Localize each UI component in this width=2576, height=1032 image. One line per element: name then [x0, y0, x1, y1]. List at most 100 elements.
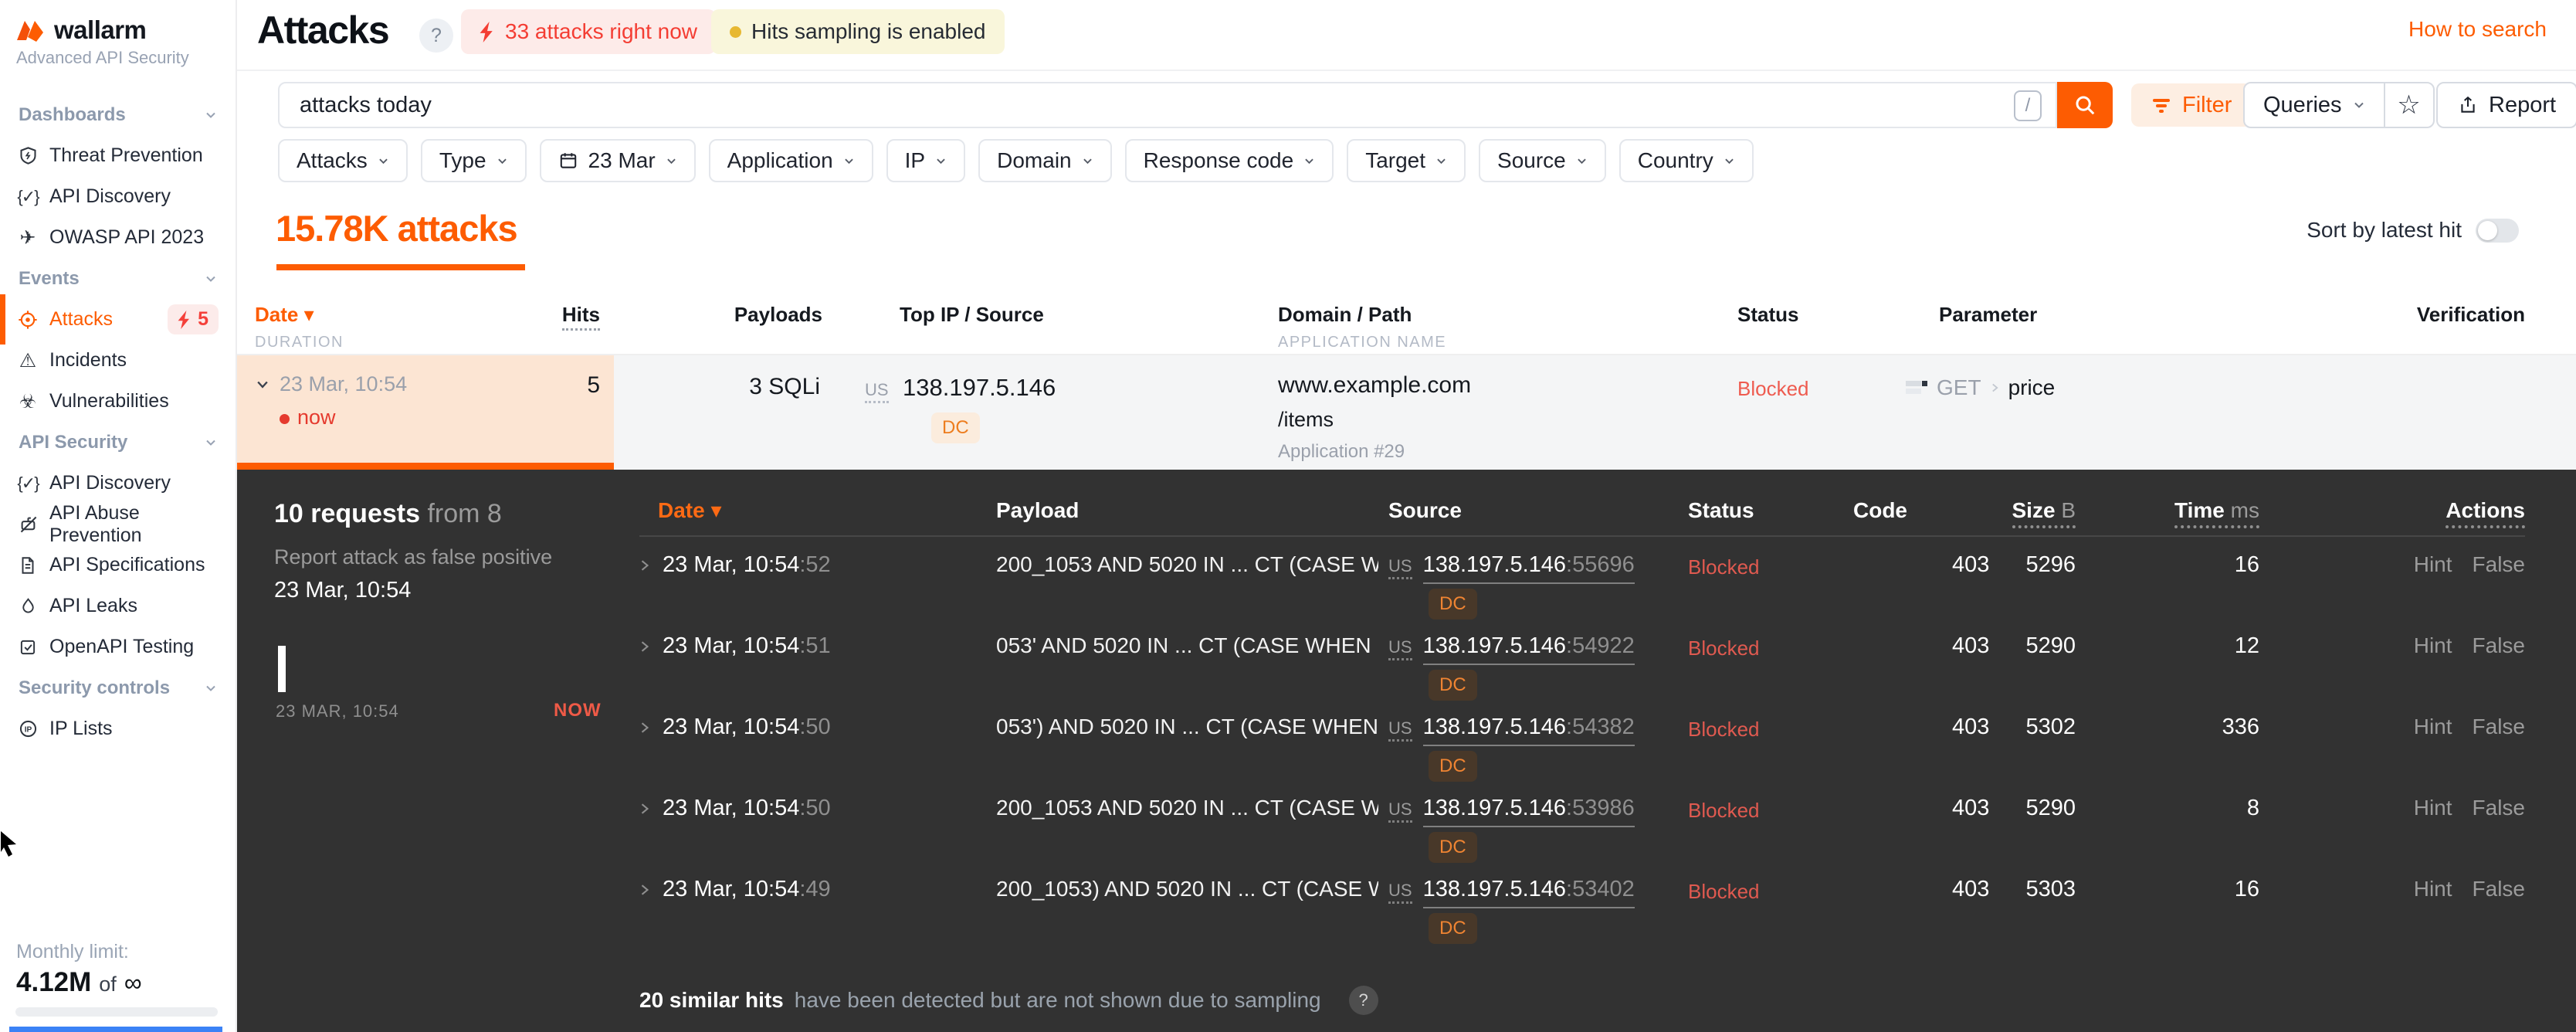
expand-chevron-icon[interactable]: [639, 882, 650, 898]
sidebar-item-owasp-api-2023[interactable]: ✈ OWASP API 2023: [0, 217, 236, 258]
sidebar-nav: Dashboards Threat Prevention {✓} API Dis…: [0, 94, 236, 749]
hit-payload[interactable]: 053') AND 5020 IN ... CT (CASE WHEN (50: [996, 715, 1378, 739]
expand-chevron-icon[interactable]: [639, 801, 650, 816]
chip-domain[interactable]: Domain: [978, 139, 1112, 182]
help-icon[interactable]: ?: [419, 19, 453, 53]
sidebar-item-api-abuse-prevention[interactable]: API Abuse Prevention: [0, 502, 236, 546]
false-link[interactable]: False: [2473, 552, 2525, 577]
sidebar-item-vulnerabilities[interactable]: ☣ Vulnerabilities: [0, 381, 236, 422]
sidebar-item-api-specifications[interactable]: API Specifications: [0, 545, 236, 586]
chip-type[interactable]: Type: [420, 139, 527, 182]
sidebar-item-label: API Discovery: [49, 185, 171, 207]
chip-attacks[interactable]: Attacks: [278, 139, 408, 182]
sidebar-item-incidents[interactable]: ⚠ Incidents: [0, 340, 236, 381]
chevron-down-icon: [1083, 158, 1092, 164]
hit-payload[interactable]: 200_1053 AND 5020 IN ... CT (CASE WHEN..…: [996, 552, 1378, 577]
sidebar-section-api-security[interactable]: API Security: [0, 422, 236, 463]
sidebar-item-threat-prevention[interactable]: Threat Prevention: [0, 135, 236, 176]
search-icon: [2076, 96, 2095, 115]
sidebar-item-label: Attacks: [49, 308, 113, 330]
search-button[interactable]: [2057, 82, 2113, 128]
column-hits[interactable]: Hits: [561, 303, 600, 331]
bolt-icon: [178, 310, 190, 329]
hit-row[interactable]: 23 Mar, 10:54:49 200_1053) AND 5020 IN .…: [639, 861, 2525, 944]
header-divider: [237, 70, 2576, 71]
chip-ip[interactable]: IP: [886, 139, 966, 182]
chevron-down-icon: [497, 158, 507, 164]
chip-country[interactable]: Country: [1618, 139, 1754, 182]
chip-response-code[interactable]: Response code: [1124, 139, 1334, 182]
badge-count: 5: [198, 308, 208, 330]
column-actions[interactable]: Actions: [2446, 497, 2525, 528]
sidebar-item-api-discovery[interactable]: {✓} API Discovery: [0, 176, 236, 217]
chip-date[interactable]: 23 Mar: [539, 139, 696, 182]
expand-chevron-icon[interactable]: [639, 639, 650, 654]
false-link[interactable]: False: [2473, 715, 2525, 739]
help-icon[interactable]: ?: [1348, 986, 1378, 1015]
sidebar-item-label: OpenAPI Testing: [49, 636, 195, 657]
sidebar-item-openapi-testing[interactable]: OpenAPI Testing: [0, 626, 236, 667]
sidebar-section-dashboards[interactable]: Dashboards: [0, 94, 236, 135]
hit-row[interactable]: 23 Mar, 10:54:51 053' AND 5020 IN ... CT…: [639, 618, 2525, 701]
column-status: Status: [1688, 497, 1754, 522]
hit-payload[interactable]: 053' AND 5020 IN ... CT (CASE WHEN (50 .…: [996, 633, 1378, 658]
hit-row[interactable]: 23 Mar, 10:54:50 053') AND 5020 IN ... C…: [639, 699, 2525, 782]
report-label: Report: [2489, 92, 2557, 117]
sidebar-item-api-leaks[interactable]: API Leaks: [0, 586, 236, 626]
false-link[interactable]: False: [2473, 796, 2525, 820]
queries-button[interactable]: Queries: [2245, 83, 2384, 127]
how-to-search-link[interactable]: How to search: [2408, 17, 2547, 42]
collapse-chevron-icon[interactable]: [255, 379, 270, 390]
chip-label: Target: [1365, 148, 1426, 172]
sidebar-item-api-discovery-2[interactable]: {✓} API Discovery: [0, 463, 236, 504]
chip-target[interactable]: Target: [1347, 139, 1466, 182]
hit-row[interactable]: 23 Mar, 10:54:50 200_1053 AND 5020 IN ..…: [639, 780, 2525, 863]
attacks-right-now-badge[interactable]: 33 attacks right now: [461, 9, 717, 54]
hit-payload[interactable]: 200_1053 AND 5020 IN ... CT (CASE WHEN..…: [996, 796, 1378, 820]
sidebar-item-ip-lists[interactable]: IP IP Lists: [0, 708, 236, 749]
queries-label: Queries: [2263, 92, 2342, 117]
report-button[interactable]: Report: [2436, 82, 2576, 128]
hint-link[interactable]: Hint: [2414, 633, 2452, 658]
column-time[interactable]: Time ms: [2174, 497, 2259, 528]
hint-link[interactable]: Hint: [2414, 552, 2452, 577]
sidebar-section-security-controls[interactable]: Security controls: [0, 667, 236, 708]
sidebar-item-attacks[interactable]: Attacks 5: [0, 294, 236, 345]
column-domain-path: Domain / Path: [1278, 303, 1412, 326]
chip-source[interactable]: Source: [1479, 139, 1606, 182]
column-size[interactable]: Size B: [2012, 497, 2076, 528]
hit-date: 23 Mar, 10:54: [663, 796, 800, 820]
hint-link[interactable]: Hint: [2414, 877, 2452, 901]
hint-link[interactable]: Hint: [2414, 715, 2452, 739]
expand-chevron-icon[interactable]: [639, 558, 650, 573]
hit-payload[interactable]: 200_1053) AND 5020 IN ... CT (CASE WHE..…: [996, 877, 1378, 901]
hit-time: 8: [2246, 796, 2259, 820]
hit-row[interactable]: 23 Mar, 10:54:52 200_1053 AND 5020 IN ..…: [639, 537, 2525, 620]
filter-button[interactable]: Filter: [2131, 83, 2252, 127]
attack-domain: www.example.com: [1278, 372, 1472, 398]
sort-toggle[interactable]: [2476, 218, 2519, 243]
column-date[interactable]: Date ▾: [658, 498, 722, 522]
favorite-star-button[interactable]: ☆: [2385, 83, 2433, 127]
brand[interactable]: wallarm: [15, 15, 147, 45]
chevron-down-icon: [844, 158, 853, 164]
attack-ip[interactable]: 138.197.5.146: [903, 374, 1056, 401]
expand-chevron-icon[interactable]: [639, 720, 650, 735]
chip-application[interactable]: Application: [708, 139, 873, 182]
attack-payloads[interactable]: 3 SQLi: [749, 374, 820, 399]
false-link[interactable]: False: [2473, 633, 2525, 658]
report-false-positive-link[interactable]: Report attack as false positive: [274, 545, 552, 569]
sidebar-item-label: OWASP API 2023: [49, 226, 205, 248]
attack-row-expanded[interactable]: 23 Mar, 10:54 now 5 3 SQLi US 138.197.5.…: [237, 354, 2576, 470]
hint-link[interactable]: Hint: [2414, 796, 2452, 820]
search-input[interactable]: [280, 83, 2056, 127]
chip-label: Country: [1637, 148, 1713, 172]
hit-date: 23 Mar, 10:54: [663, 633, 800, 658]
sidebar-section-events[interactable]: Events: [0, 258, 236, 299]
sidebar-item-label: IP Lists: [49, 718, 113, 739]
bot-blocked-icon: [17, 514, 39, 535]
attack-parameter[interactable]: price: [2008, 375, 2056, 400]
hit-time: 16: [2234, 877, 2259, 901]
column-date[interactable]: Date ▾: [255, 303, 314, 326]
false-link[interactable]: False: [2473, 877, 2525, 901]
